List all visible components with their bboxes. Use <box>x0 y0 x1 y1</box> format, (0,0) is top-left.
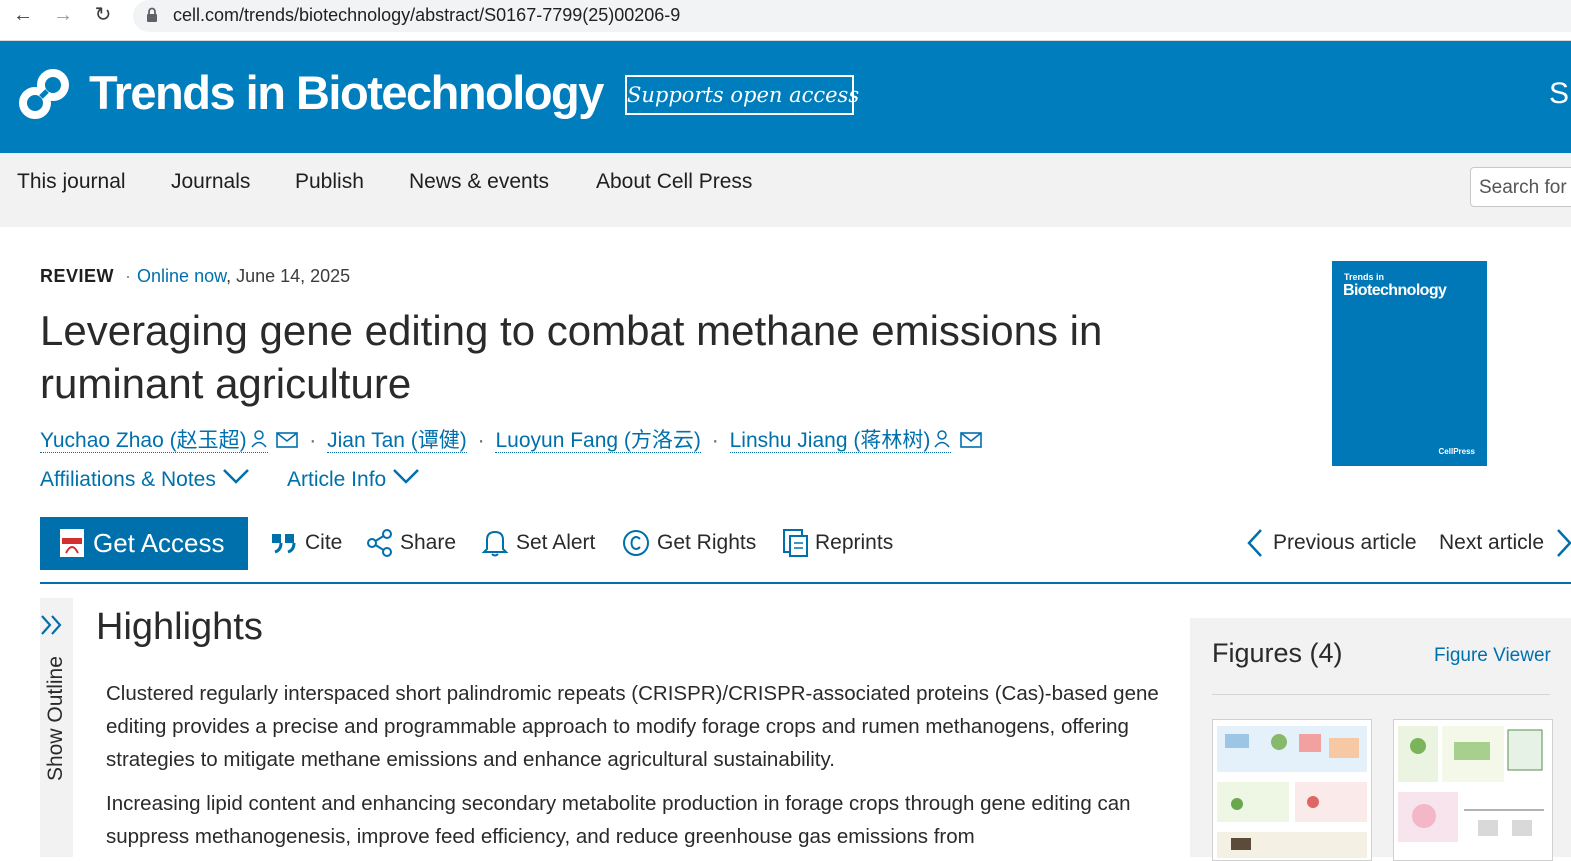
journal-name[interactable]: Trends in Biotechnology <box>89 65 604 120</box>
chevron-down-icon <box>393 469 420 484</box>
figures-panel: Figures (4) Figure Viewer <box>1190 618 1571 861</box>
cover-subtitle: Trends in <box>1344 272 1385 282</box>
cite-label: Cite <box>305 531 343 554</box>
cover-title: Biotechnology <box>1343 282 1447 299</box>
highlight-paragraph: Increasing lipid content and enhancing s… <box>106 792 1131 848</box>
lock-icon <box>147 7 157 22</box>
author-list: Yuchao Zhao (赵玉超) · Jian Tan (谭健) · Luoy… <box>40 424 982 454</box>
figure-1-image <box>1217 726 1367 858</box>
chevron-right-icon <box>1557 529 1571 557</box>
show-outline-label: Show Outline <box>44 656 67 781</box>
author-link[interactable]: Yuchao Zhao (赵玉超) <box>40 429 268 453</box>
highlights-heading: Highlights <box>96 606 263 648</box>
cell-press-logo-icon[interactable] <box>17 68 71 120</box>
affiliations-label: Affiliations & Notes <box>40 468 216 491</box>
open-access-badge: Supports open access <box>625 75 859 115</box>
next-article-link[interactable]: Next article <box>1439 528 1571 558</box>
get-rights-button[interactable]: Get Rights <box>622 528 767 558</box>
header-truncated-link[interactable]: S <box>1549 77 1569 111</box>
affiliations-notes-toggle[interactable]: Affiliations & Notes <box>40 468 250 492</box>
share-label: Share <box>400 531 457 554</box>
article-title: Leveraging gene editing to combat methan… <box>40 307 1103 407</box>
share-button[interactable]: Share <box>366 528 466 558</box>
share-icon <box>367 529 392 557</box>
cite-button[interactable]: Cite <box>270 528 350 558</box>
previous-article-link[interactable]: Previous article <box>1245 528 1425 558</box>
copyright-icon <box>623 530 649 556</box>
browser-address-bar: ← → ↻ cell.com/trends/biotechnology/abst… <box>0 0 1571 41</box>
chevron-left-icon <box>1247 529 1262 557</box>
previous-article-label: Previous article <box>1273 531 1417 554</box>
figure-thumbnail[interactable] <box>1393 719 1553 861</box>
author-name: Linshu Jiang (蒋林树) <box>729 429 931 452</box>
main-nav: This journal Journals Publish News & eve… <box>0 153 1571 227</box>
forward-arrow-icon[interactable]: → <box>49 2 77 30</box>
nav-item-publish[interactable]: Publish <box>295 170 364 194</box>
author-separator: · <box>309 429 317 452</box>
journal-cover-thumbnail[interactable]: Trends in Biotechnology CellPress <box>1332 261 1487 466</box>
person-icon <box>251 430 267 448</box>
figures-title: Figures (4) <box>1212 638 1343 668</box>
cover-publisher: CellPress <box>1438 447 1475 456</box>
back-arrow-icon[interactable]: ← <box>9 2 37 30</box>
author-separator: · <box>711 429 719 452</box>
search-box <box>1470 167 1571 208</box>
author-name: Yuchao Zhao (赵玉超) <box>40 429 247 452</box>
get-access-button[interactable]: Get Access <box>40 517 248 570</box>
nav-item-news-events[interactable]: News & events <box>409 170 549 194</box>
reload-icon[interactable]: ↻ <box>89 2 117 30</box>
figures-divider <box>1212 694 1550 695</box>
get-access-label: Get Access <box>93 528 225 558</box>
article-info-label: Article Info <box>287 468 387 491</box>
figure-thumbnail[interactable] <box>1212 719 1372 861</box>
chevron-down-icon <box>222 469 249 484</box>
article-type: REVIEW <box>40 266 115 286</box>
meta-separator: · <box>125 266 132 286</box>
set-alert-label: Set Alert <box>516 531 596 554</box>
search-input[interactable] <box>1471 168 1571 208</box>
publication-date: , June 14, 2025 <box>226 266 351 286</box>
envelope-icon[interactable] <box>276 431 299 449</box>
author-separator: · <box>477 429 485 452</box>
envelope-icon[interactable] <box>960 431 982 449</box>
online-now-link[interactable]: Online now <box>137 266 226 286</box>
reprints-label: Reprints <box>815 531 894 554</box>
article-meta: REVIEW · Online now, June 14, 2025 <box>40 266 350 287</box>
highlight-paragraph: Clustered regularly interspaced short pa… <box>106 682 1159 771</box>
figure-2-image <box>1398 726 1544 842</box>
get-rights-label: Get Rights <box>657 531 757 554</box>
reprints-button[interactable]: Reprints <box>782 528 902 558</box>
pdf-icon <box>60 529 84 557</box>
author-link[interactable]: Linshu Jiang (蒋林树) <box>729 429 952 453</box>
author-link[interactable]: Jian Tan (谭健) <box>327 429 467 453</box>
bell-icon <box>481 530 509 557</box>
nav-item-about-cell-press[interactable]: About Cell Press <box>596 170 752 194</box>
author-link[interactable]: Luoyun Fang (方洛云) <box>495 429 701 453</box>
next-article-label: Next article <box>1439 531 1545 554</box>
show-outline-tab[interactable]: Show Outline <box>40 598 73 857</box>
journal-header: Trends in Biotechnology Supports open ac… <box>0 41 1571 153</box>
person-icon <box>934 430 950 448</box>
set-alert-button[interactable]: Set Alert <box>481 528 606 558</box>
article-info-toggle[interactable]: Article Info <box>287 468 420 492</box>
toolbar-divider <box>40 582 1571 584</box>
quote-icon <box>272 534 296 554</box>
nav-item-journals[interactable]: Journals <box>171 170 250 194</box>
double-chevron-right-icon <box>41 615 62 635</box>
reprints-icon <box>783 529 808 557</box>
figure-viewer-link[interactable]: Figure Viewer <box>1434 645 1551 667</box>
url-text[interactable]: cell.com/trends/biotechnology/abstract/S… <box>173 5 680 26</box>
nav-item-this-journal[interactable]: This journal <box>17 170 126 194</box>
